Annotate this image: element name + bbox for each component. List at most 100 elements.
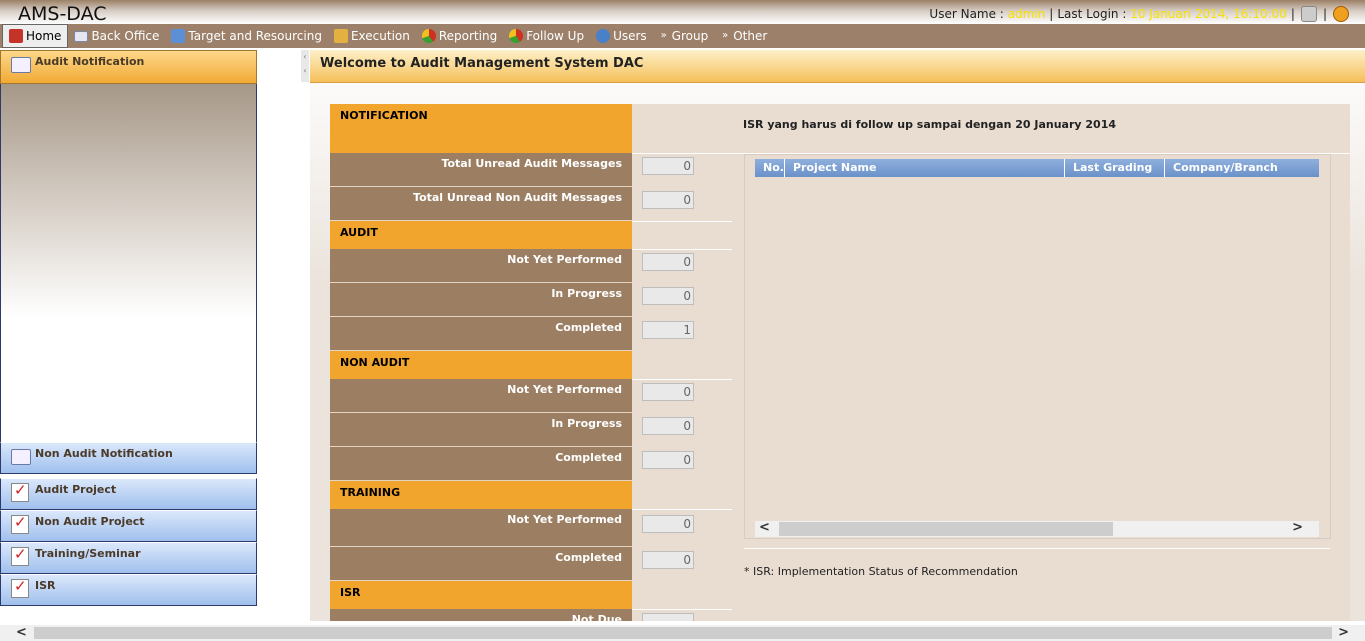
scroll-left-icon[interactable]: <	[759, 520, 770, 535]
row-label: Not Due	[571, 613, 622, 621]
row-nonaudit-not-yet: Not Yet Performed	[330, 379, 632, 413]
sidebar: Audit Notification Non Audit Notificatio…	[0, 50, 257, 607]
row-audit-in-progress: In Progress	[330, 283, 632, 317]
menu-label: Execution	[350, 29, 410, 43]
column-header-company-branch[interactable]: Company/Branch	[1165, 159, 1319, 177]
sidebar-item-label: Audit Notification	[35, 55, 145, 68]
sidebar-item-non-audit-notification[interactable]: Non Audit Notification	[0, 442, 257, 474]
scrollbar-thumb[interactable]	[34, 627, 1332, 639]
section-isr: ISR	[330, 581, 632, 609]
sidebar-item-label: ISR	[35, 579, 56, 592]
page-horizontal-scrollbar[interactable]: < >	[0, 625, 1365, 641]
table-horizontal-scrollbar[interactable]: < >	[755, 520, 1319, 537]
training-not-yet-value: 0	[642, 515, 694, 533]
sidebar-item-label: Audit Project	[35, 483, 117, 496]
section-non-audit: NON AUDIT	[330, 351, 632, 379]
chevrons-right-icon: »	[660, 30, 667, 41]
user-info: User Name : admin | Last Login : 10 Janu…	[929, 6, 1351, 22]
section-notification: NOTIFICATION	[330, 104, 632, 153]
row-nonaudit-in-progress: In Progress	[330, 413, 632, 447]
home-icon	[9, 29, 23, 43]
dashboard-panel: NOTIFICATION Total Unread Audit Messages…	[330, 104, 1350, 621]
menu-group[interactable]: » Group	[653, 25, 715, 47]
page-title: Welcome to Audit Management System DAC	[320, 56, 644, 71]
sidebar-item-label: Non Audit Project	[35, 515, 145, 528]
column-header-project-name[interactable]: Project Name	[785, 159, 1065, 177]
welcome-bar: Welcome to Audit Management System DAC	[310, 50, 1365, 83]
divider	[632, 379, 732, 380]
row-label: Completed	[555, 451, 622, 464]
menu-bar: Home Back Office Target and Resourcing E…	[0, 24, 1365, 48]
collapse-sidebar-handle[interactable]: ‹ ‹	[301, 50, 309, 82]
checklist-icon	[11, 577, 29, 598]
menu-label: Home	[26, 29, 62, 43]
menu-target-resourcing[interactable]: Target and Resourcing	[165, 25, 328, 47]
section-title: NOTIFICATION	[340, 109, 428, 122]
checklist-icon	[11, 545, 29, 566]
section-training: TRAINING	[330, 481, 632, 509]
nonaudit-completed-value: 0	[642, 451, 694, 469]
sidebar-item-label: Non Audit Notification	[35, 447, 173, 460]
menu-reporting[interactable]: Reporting	[416, 25, 503, 47]
sidebar-item-non-audit-project[interactable]: Non Audit Project	[0, 510, 257, 542]
menu-back-office[interactable]: Back Office	[68, 25, 165, 47]
divider	[632, 509, 732, 510]
target-icon	[171, 29, 186, 43]
column-header-last-grading[interactable]: Last Grading	[1065, 159, 1165, 177]
row-label: Completed	[555, 321, 622, 334]
row-label: In Progress	[551, 417, 622, 430]
divider	[744, 548, 1330, 549]
logout-icon[interactable]	[1333, 6, 1349, 22]
app-header: AMS-DAC User Name : admin | Last Login :…	[0, 0, 1365, 25]
menu-home[interactable]: Home	[2, 24, 69, 48]
menu-execution[interactable]: Execution	[328, 25, 416, 47]
row-audit-completed: Completed	[330, 317, 632, 351]
row-unread-non-audit: Total Unread Non Audit Messages	[330, 187, 632, 221]
sidebar-item-audit-project[interactable]: Audit Project	[0, 478, 257, 510]
separator: |	[1290, 7, 1295, 21]
menu-label: Target and Resourcing	[188, 29, 322, 43]
scroll-right-icon[interactable]: >	[1338, 625, 1349, 640]
column-header-no[interactable]: No.	[755, 159, 785, 177]
sidebar-item-audit-notification[interactable]: Audit Notification	[0, 50, 257, 84]
menu-label: Users	[613, 29, 647, 43]
menu-other[interactable]: » Other	[714, 25, 773, 47]
menu-label: Back Office	[91, 29, 160, 43]
row-training-completed: Completed	[330, 547, 632, 581]
menu-label: Follow Up	[526, 29, 585, 43]
divider	[632, 249, 732, 250]
row-label: Total Unread Non Audit Messages	[413, 191, 622, 204]
section-title: ISR	[340, 586, 361, 599]
last-login-label: Last Login :	[1057, 7, 1127, 21]
sidebar-item-isr[interactable]: ISR	[0, 574, 257, 606]
sidebar-panel	[0, 84, 257, 443]
section-audit: AUDIT	[330, 221, 632, 249]
nonaudit-not-yet-value: 0	[642, 383, 694, 401]
menu-label: Group	[671, 29, 709, 43]
checklist-icon	[11, 481, 29, 502]
audit-not-yet-value: 0	[642, 253, 694, 271]
last-login-value: 10 Januari 2014, 16:10:00	[1130, 7, 1287, 21]
main-content: Welcome to Audit Management System DAC N…	[310, 50, 1365, 621]
menu-users[interactable]: Users	[590, 25, 653, 47]
lock-icon[interactable]	[1300, 6, 1317, 22]
menu-follow-up[interactable]: Follow Up	[503, 25, 590, 47]
users-icon	[596, 29, 611, 43]
pie-chart-icon	[421, 29, 436, 43]
scroll-left-icon[interactable]: <	[16, 625, 27, 640]
row-isr-not-due: Not Due	[330, 609, 632, 621]
section-title: AUDIT	[340, 226, 378, 239]
row-label: Not Yet Performed	[507, 383, 622, 396]
scroll-right-icon[interactable]: >	[1292, 520, 1303, 535]
nonaudit-in-progress-value: 0	[642, 417, 694, 435]
section-title: TRAINING	[340, 486, 401, 499]
user-name-label: User Name :	[929, 7, 1004, 21]
sidebar-item-training-seminar[interactable]: Training/Seminar	[0, 542, 257, 574]
isr-footnote: * ISR: Implementation Status of Recommen…	[744, 565, 1018, 578]
row-label: Not Yet Performed	[507, 513, 622, 526]
user-name: admin	[1007, 7, 1046, 21]
row-label: In Progress	[551, 287, 622, 300]
isr-not-due-value	[642, 613, 694, 621]
scrollbar-thumb[interactable]	[779, 522, 1113, 536]
menu-label: Reporting	[438, 29, 498, 43]
